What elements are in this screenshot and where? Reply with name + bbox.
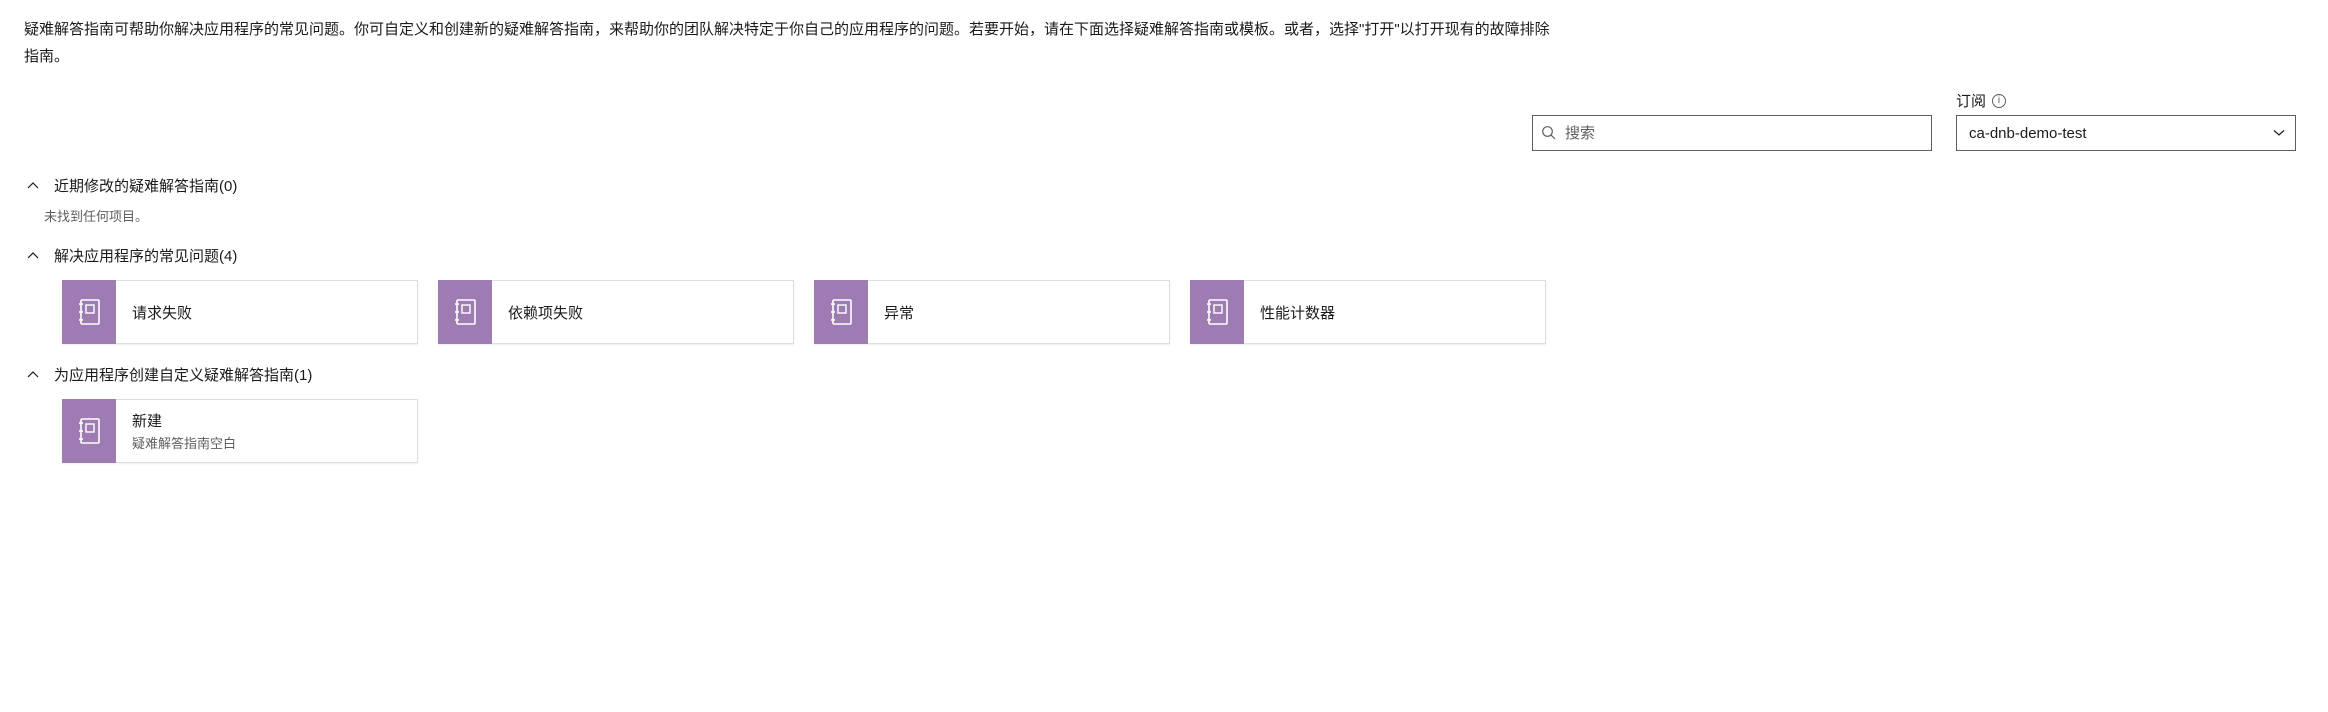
card-title: 依赖项失败 bbox=[508, 302, 777, 323]
card-exceptions[interactable]: 异常 bbox=[814, 280, 1170, 344]
card-body: 异常 bbox=[868, 280, 1170, 344]
subscription-dropdown[interactable]: ca-dnb-demo-test bbox=[1956, 115, 2296, 151]
card-request-failure[interactable]: 请求失败 bbox=[62, 280, 418, 344]
card-row-custom: 新建 疑难解答指南空白 bbox=[62, 399, 2304, 463]
subscription-label: 订阅 bbox=[1956, 90, 1986, 111]
section-recent: 近期修改的疑难解答指南(0) 未找到任何项目。 bbox=[24, 175, 2304, 225]
card-title: 性能计数器 bbox=[1260, 302, 1529, 323]
info-icon[interactable]: i bbox=[1992, 94, 2006, 108]
card-title: 新建 bbox=[132, 410, 401, 431]
card-new[interactable]: 新建 疑难解答指南空白 bbox=[62, 399, 418, 463]
card-icon bbox=[814, 280, 868, 344]
card-title: 异常 bbox=[884, 302, 1153, 323]
section-custom: 为应用程序创建自定义疑难解答指南(1) 新建 疑难解答指南空白 bbox=[24, 364, 2304, 463]
workbook-icon bbox=[78, 418, 100, 444]
search-box[interactable] bbox=[1532, 115, 1932, 151]
section-title: 为应用程序创建自定义疑难解答指南(1) bbox=[54, 364, 312, 385]
section-title: 近期修改的疑难解答指南(0) bbox=[54, 175, 237, 196]
workbook-icon bbox=[1206, 299, 1228, 325]
chevron-up-icon bbox=[26, 179, 40, 193]
card-body: 新建 疑难解答指南空白 bbox=[116, 399, 418, 463]
no-items-text: 未找到任何项目。 bbox=[44, 206, 2304, 225]
card-title: 请求失败 bbox=[132, 302, 401, 323]
card-row-common: 请求失败 依赖项失败 bbox=[62, 280, 2304, 344]
section-header-common[interactable]: 解决应用程序的常见问题(4) bbox=[26, 245, 2304, 266]
section-common: 解决应用程序的常见问题(4) 请求失败 bbox=[24, 245, 2304, 344]
chevron-up-icon bbox=[26, 249, 40, 263]
card-subtitle: 疑难解答指南空白 bbox=[132, 433, 401, 452]
chevron-up-icon bbox=[26, 368, 40, 382]
card-icon bbox=[438, 280, 492, 344]
workbook-icon bbox=[78, 299, 100, 325]
card-body: 依赖项失败 bbox=[492, 280, 794, 344]
chevron-down-icon bbox=[2273, 127, 2285, 139]
search-input[interactable] bbox=[1557, 125, 1923, 142]
subscription-label-row: 订阅 i bbox=[1956, 90, 2296, 111]
section-header-recent[interactable]: 近期修改的疑难解答指南(0) bbox=[26, 175, 2304, 196]
card-icon bbox=[62, 280, 116, 344]
section-title: 解决应用程序的常见问题(4) bbox=[54, 245, 237, 266]
card-body: 请求失败 bbox=[116, 280, 418, 344]
subscription-block: 订阅 i ca-dnb-demo-test bbox=[1956, 90, 2296, 151]
workbook-icon bbox=[454, 299, 476, 325]
card-perf-counters[interactable]: 性能计数器 bbox=[1190, 280, 1546, 344]
search-icon bbox=[1541, 125, 1557, 141]
subscription-selected: ca-dnb-demo-test bbox=[1969, 125, 2087, 142]
card-icon bbox=[1190, 280, 1244, 344]
toolbar-row: 订阅 i ca-dnb-demo-test bbox=[24, 90, 2304, 151]
section-header-custom[interactable]: 为应用程序创建自定义疑难解答指南(1) bbox=[26, 364, 2304, 385]
card-dependency-failure[interactable]: 依赖项失败 bbox=[438, 280, 794, 344]
card-body: 性能计数器 bbox=[1244, 280, 1546, 344]
page-description: 疑难解答指南可帮助你解决应用程序的常见问题。你可自定义和创建新的疑难解答指南，来… bbox=[24, 16, 1564, 70]
card-icon bbox=[62, 399, 116, 463]
workbook-icon bbox=[830, 299, 852, 325]
